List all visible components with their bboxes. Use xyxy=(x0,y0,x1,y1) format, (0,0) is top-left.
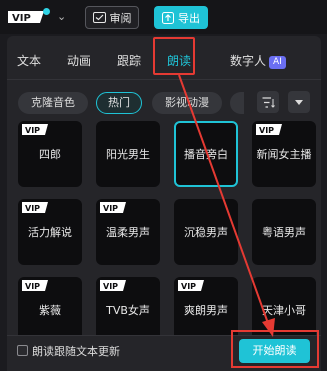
voice-name: 阳光男生 xyxy=(106,148,150,161)
vip-badge: VIP xyxy=(22,202,48,213)
tab-digital-human-label: 数字人 xyxy=(230,54,267,68)
vip-badge: VIP xyxy=(100,202,126,213)
voice-name: 播音旁白 xyxy=(184,148,228,161)
voice-name: 紫薇 xyxy=(39,304,61,317)
voice-name: TVB女声 xyxy=(106,304,150,317)
voice-name: 新闻女主播 xyxy=(256,148,312,161)
vip-badge-text: VIP xyxy=(25,126,40,135)
voice-card[interactable]: VIP 紫薇 xyxy=(18,277,82,343)
vip-badge-text: VIP xyxy=(25,204,40,213)
dropdown-button[interactable] xyxy=(288,91,310,113)
vip-badge-text: VIP xyxy=(103,204,118,213)
annotation-box-start xyxy=(231,330,319,368)
tab-digital-human[interactable]: 数字人 AI xyxy=(230,52,286,69)
tab-tracking[interactable]: 跟踪 xyxy=(117,52,141,69)
chip-clone-voice[interactable]: 克隆音色 xyxy=(18,92,88,114)
chip-popular[interactable]: 热门 xyxy=(96,92,142,114)
vip-badge-text: VIP xyxy=(103,282,118,291)
filter-icon xyxy=(262,96,275,108)
vip-badge: VIP xyxy=(178,280,204,291)
vip-badge: VIP xyxy=(100,280,126,291)
filter-button[interactable] xyxy=(257,91,279,113)
caret-down-icon xyxy=(295,99,303,105)
voice-card[interactable]: VIP 四郎 xyxy=(18,121,82,187)
voice-card[interactable]: VIP TVB女声 xyxy=(96,277,160,343)
follow-text-label: 朗读跟随文本更新 xyxy=(32,345,120,358)
chip-film-anime[interactable]: 影视动漫 xyxy=(152,92,222,114)
export-icon xyxy=(162,11,174,24)
export-button[interactable]: 导出 xyxy=(154,6,208,29)
annotation-box-tab xyxy=(153,37,195,75)
voice-card[interactable]: VIP 温柔男声 xyxy=(96,199,160,265)
vip-logo-text: VIP xyxy=(12,13,31,24)
vip-badge-text: VIP xyxy=(181,282,196,291)
voice-card-selected[interactable]: 播音旁白 xyxy=(174,121,238,187)
tab-animation[interactable]: 动画 xyxy=(67,52,91,69)
voice-name: 粤语男声 xyxy=(262,226,306,239)
vip-badge-text: VIP xyxy=(259,126,274,135)
review-button[interactable]: 审阅 xyxy=(85,6,139,29)
voice-name: 沉稳男声 xyxy=(184,226,228,239)
notification-dot xyxy=(43,8,50,15)
vip-badge: VIP xyxy=(22,280,48,291)
follow-text-checkbox[interactable] xyxy=(17,345,28,356)
voice-card[interactable]: VIP 新闻女主播 xyxy=(252,121,316,187)
ai-badge: AI xyxy=(269,56,286,69)
voice-name: 天津小哥 xyxy=(262,304,306,317)
tab-text[interactable]: 文本 xyxy=(17,52,41,69)
voice-card[interactable]: 沉稳男声 xyxy=(174,199,238,265)
vip-badge: VIP xyxy=(22,124,48,135)
voice-card[interactable]: 阳光男生 xyxy=(96,121,160,187)
voice-name: 爽朗男声 xyxy=(184,304,228,317)
voice-card[interactable]: VIP 活力解说 xyxy=(18,199,82,265)
voice-card[interactable]: 粤语男声 xyxy=(252,199,316,265)
voice-name: 活力解说 xyxy=(28,226,72,239)
review-icon xyxy=(92,12,106,23)
vip-badge: VIP xyxy=(256,124,282,135)
voice-card[interactable]: VIP 爽朗男声 xyxy=(174,277,238,343)
review-label: 审阅 xyxy=(109,11,132,25)
export-label: 导出 xyxy=(178,11,200,25)
voice-name: 温柔男声 xyxy=(106,226,150,239)
vip-badge-text: VIP xyxy=(25,282,40,291)
tab-divider xyxy=(7,79,321,80)
chevron-down-icon[interactable]: ⌄ xyxy=(57,11,66,23)
voice-name: 四郎 xyxy=(39,148,61,161)
